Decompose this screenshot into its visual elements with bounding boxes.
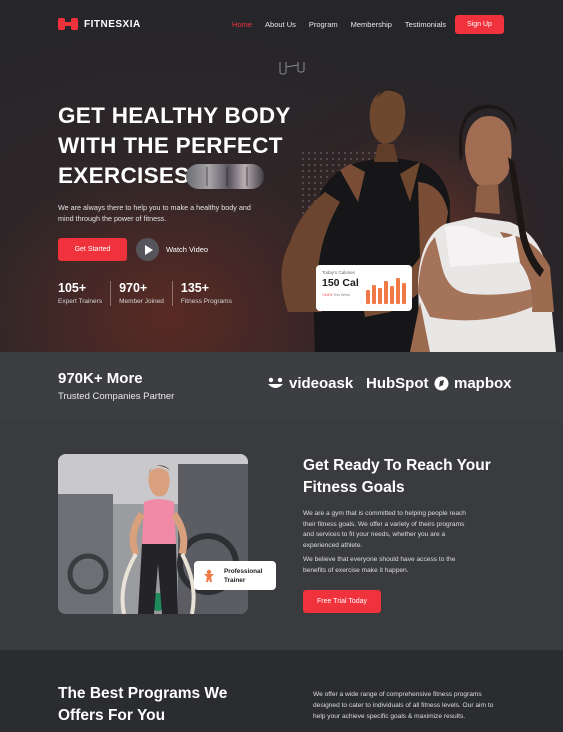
partner-name: mapbox (454, 375, 512, 392)
stat-label: Member Joined (119, 298, 164, 305)
stat-label: Expert Trainers (58, 298, 103, 305)
get-started-button[interactable]: Get Started (58, 238, 127, 261)
programs-description: We offer a wide range of comprehensive f… (313, 691, 494, 720)
about-title: Get Ready To Reach Your Fitness Goals (303, 457, 491, 496)
partner-name: videoask (289, 375, 354, 392)
stat-value: 135+ (180, 281, 210, 295)
dumbbell-logo-icon (58, 18, 78, 30)
nav-membership-link[interactable]: Membership (351, 20, 392, 29)
trusted-subtitle: Trusted Companies Partner (58, 391, 175, 402)
stat-members-joined: 970+ Member Joined (119, 281, 173, 306)
watch-video-button[interactable]: Watch Video (136, 238, 208, 261)
stat-value: 105+ (58, 281, 87, 295)
free-trial-button[interactable]: Free Trial Today (303, 590, 381, 613)
nav-about-link[interactable]: About Us (265, 20, 296, 29)
calorie-bar (384, 280, 388, 304)
sign-up-button[interactable]: Sign Up (455, 15, 504, 34)
programs-section: The Best Programs We Offers For You We o… (0, 650, 563, 732)
exercise-thumbnails-pill (186, 164, 264, 189)
calories-bar-chart (366, 278, 406, 304)
gym-training-photo (58, 454, 248, 614)
calories-change-suffix: This Week (333, 293, 351, 297)
calorie-bar (372, 284, 376, 304)
hero-title-line-1: GET HEALTHY BODY (58, 103, 291, 128)
hero-stats: 105+ Expert Trainers 970+ Member Joined … (58, 281, 248, 306)
top-navbar: FITNESXIA Home About Us Program Membersh… (0, 0, 563, 50)
dumbbell-doodle (279, 62, 305, 75)
fitness-goals-section: Professional Trainer Get Ready To Reach … (0, 419, 563, 650)
stat-fitness-programs: 135+ Fitness Programs (181, 281, 240, 306)
about-paragraph-1: We are a gym that is committed to helpin… (303, 510, 466, 549)
stat-value: 970+ (119, 281, 148, 295)
hero-title-line-2: WITH THE PERFECT (58, 133, 283, 158)
about-paragraph-2: We believe that everyone should have acc… (303, 556, 456, 574)
nav-program-link[interactable]: Program (309, 20, 338, 29)
stat-label: Fitness Programs (180, 298, 232, 305)
partner-mapbox-logo: mapbox (434, 375, 512, 392)
nav-home-link[interactable]: Home (232, 20, 252, 29)
hero-athletes-image (279, 62, 556, 352)
calorie-bar (396, 278, 400, 304)
hero-subtitle: We are always there to help you to make … (58, 203, 251, 223)
calorie-bar (390, 285, 394, 304)
trusted-count: 970K+ More (58, 370, 143, 387)
nav-testimonials-link[interactable]: Testimonials (405, 20, 446, 29)
professional-trainer-badge: Professional Trainer (194, 561, 276, 590)
hero-section: FITNESXIA Home About Us Program Membersh… (0, 0, 563, 352)
mapbox-icon (434, 376, 449, 391)
calorie-bar (366, 289, 370, 304)
trainer-badge-label: Professional Trainer (224, 567, 263, 584)
calorie-bar (402, 283, 406, 304)
partner-name: HubSpot (366, 375, 429, 392)
calories-card: Today's Calories 150 Cal +4.6% This Week (316, 265, 412, 311)
programs-title: The Best Programs We Offers For You (58, 685, 228, 724)
brand-logo[interactable]: FITNESXIA (58, 18, 141, 30)
watch-video-label: Watch Video (166, 245, 209, 254)
trainer-icon (204, 569, 214, 582)
calorie-bar (378, 288, 382, 304)
partner-hubspot-logo: HubSpot (366, 375, 428, 392)
calories-change-value: +4.6% (322, 293, 333, 297)
play-icon[interactable] (136, 238, 159, 261)
nav-links: Home About Us Program Membership Testimo… (232, 20, 446, 29)
stat-expert-trainers: 105+ Expert Trainers (58, 281, 112, 306)
brand-name: FITNESXIA (84, 18, 141, 30)
videoask-icon (268, 377, 283, 388)
calories-heading: Today's Calories (322, 270, 355, 275)
partner-videoask-logo: videoask (267, 375, 353, 392)
trusted-partners-section: 970K+ More Trusted Companies Partner vid… (0, 352, 563, 419)
